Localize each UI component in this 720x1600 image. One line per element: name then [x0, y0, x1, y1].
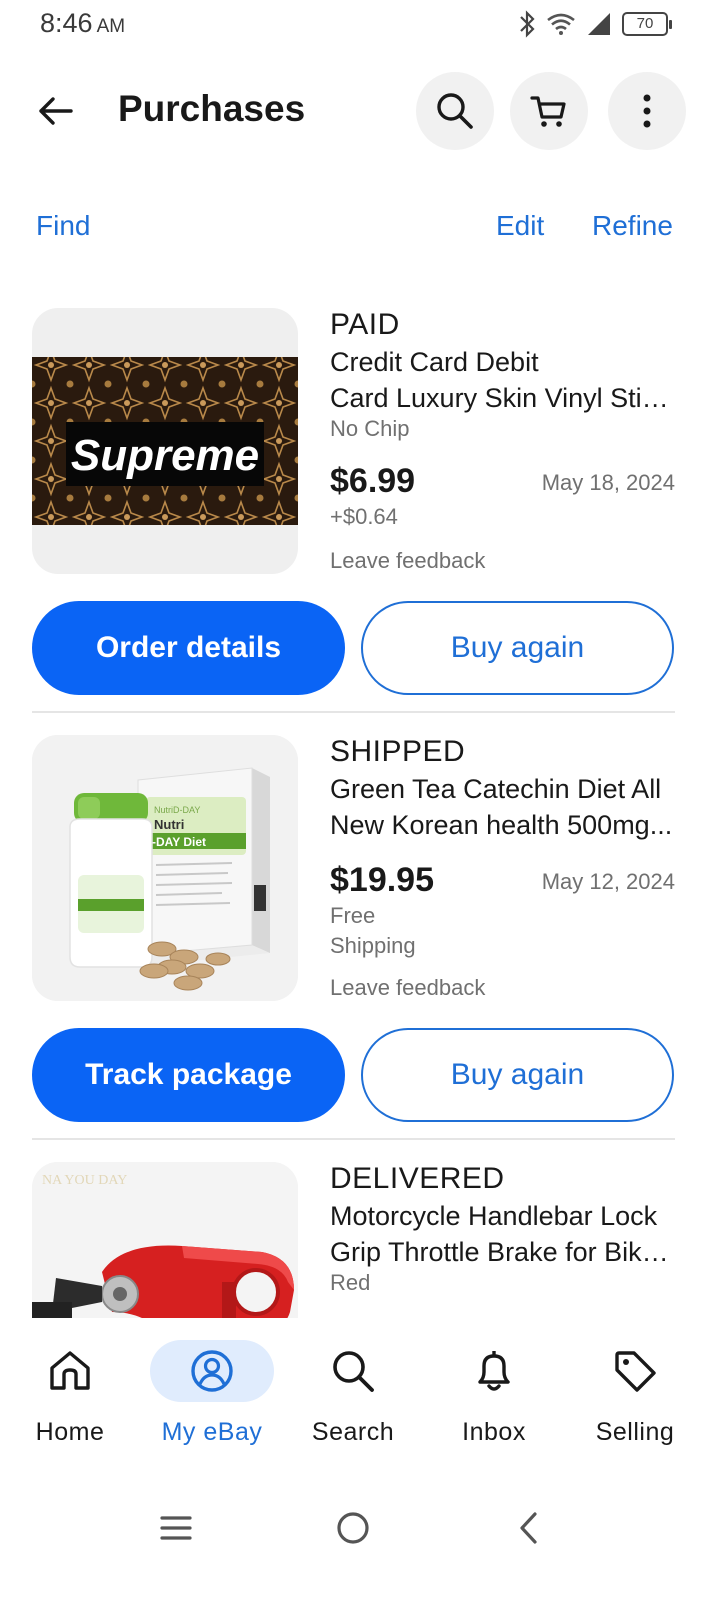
leave-feedback-link[interactable]: Leave feedback — [330, 975, 485, 1001]
item-title-line2: Grip Throttle Brake for Bike... — [330, 1237, 675, 1267]
bell-icon — [432, 1340, 556, 1402]
item-title[interactable]: Green Tea Catechin Diet All New Korean h… — [330, 771, 680, 843]
product-image: NA YOU DAY — [32, 1162, 298, 1318]
nav-label: My eBay — [161, 1418, 263, 1446]
status-time-value: 8:46 — [40, 8, 93, 38]
status-time: 8:46 AM — [40, 8, 125, 39]
status-time-ampm: AM — [96, 16, 126, 37]
nav-label: Selling — [595, 1418, 675, 1446]
item-title-line2: Card Luxury Skin Vinyl Stic... — [330, 383, 675, 413]
nav-label: Inbox — [462, 1418, 526, 1446]
svg-text:NA YOU DAY: NA YOU DAY — [42, 1173, 127, 1188]
refine-link[interactable]: Refine — [592, 210, 673, 242]
item-title[interactable]: Motorcycle Handlebar Lock Grip Throttle … — [330, 1198, 680, 1270]
back-button[interactable] — [30, 86, 80, 136]
box-product-text: -DAY Diet — [152, 835, 206, 849]
nav-item-inbox[interactable]: Inbox — [429, 1340, 559, 1447]
more-vertical-icon — [643, 94, 651, 128]
purchase-info: SHIPPED Green Tea Catechin Diet All New … — [330, 735, 680, 1000]
item-title-line1: Green Tea Catechin Diet All — [330, 774, 662, 804]
order-date: May 18, 2024 — [541, 470, 675, 495]
cart-button[interactable] — [510, 72, 588, 150]
order-date: May 12, 2024 — [541, 869, 675, 894]
search-icon — [437, 93, 473, 129]
nav-item-home[interactable]: Home — [5, 1340, 135, 1447]
chevron-left-icon — [520, 1512, 537, 1544]
purchase-info: DELIVERED Motorcycle Handlebar Lock Grip… — [330, 1162, 680, 1296]
buy-again-button[interactable]: Buy again — [361, 1028, 674, 1122]
order-status: DELIVERED — [330, 1162, 505, 1195]
item-title-line1: Motorcycle Handlebar Lock — [330, 1201, 658, 1231]
search-icon — [291, 1340, 415, 1402]
menu-icon — [160, 1516, 192, 1540]
battery-icon: 70 — [622, 12, 672, 36]
supreme-logo-text: Supreme — [71, 431, 259, 480]
nav-item-selling[interactable]: Selling — [570, 1340, 700, 1447]
order-details-button[interactable]: Order details — [32, 601, 345, 695]
box-brand-text: Nutri — [154, 817, 184, 832]
item-title-line2: New Korean health 500mg... — [330, 810, 673, 840]
nav-label: Search — [311, 1418, 395, 1446]
find-link[interactable]: Find — [36, 210, 90, 242]
shipping-line1: Free — [330, 903, 376, 928]
item-price: $6.99 — [330, 462, 416, 500]
back-system-button[interactable] — [498, 1498, 558, 1558]
item-price: $19.95 — [330, 861, 434, 899]
bluetooth-icon — [520, 10, 535, 38]
cart-icon — [530, 96, 566, 127]
header: Purchases — [0, 68, 720, 152]
item-variant: No Chip — [330, 416, 410, 441]
circle-home-icon — [337, 1512, 369, 1544]
item-variant: Red — [330, 1270, 371, 1295]
wifi-icon — [547, 13, 575, 35]
product-image: Supreme — [32, 308, 298, 574]
track-package-button[interactable]: Track package — [32, 1028, 345, 1122]
item-title-line1: Credit Card Debit — [330, 347, 539, 377]
status-icons: 70 — [518, 10, 672, 38]
home-system-button[interactable] — [323, 1498, 383, 1558]
signal-icon — [588, 13, 610, 35]
profile-icon — [150, 1340, 274, 1402]
nav-item-search[interactable]: Search — [288, 1340, 418, 1447]
product-image: NutriD-DAY Nutri -DAY Diet — [32, 735, 298, 1001]
order-status: PAID — [330, 308, 400, 341]
shipping-cost: +$0.64 — [330, 504, 398, 529]
edit-link[interactable]: Edit — [496, 210, 544, 242]
search-button[interactable] — [416, 72, 494, 150]
nav-item-my-ebay[interactable]: My eBay — [147, 1340, 277, 1447]
leave-feedback-link[interactable]: Leave feedback — [330, 548, 485, 574]
nav-label: Home — [35, 1418, 105, 1446]
recent-apps-button[interactable] — [146, 1498, 206, 1558]
home-icon — [8, 1340, 132, 1402]
tag-icon — [573, 1340, 697, 1402]
bottom-navigation: Home My eBay Search Inbox Selling — [0, 1318, 720, 1480]
item-title[interactable]: Credit Card Debit Card Luxury Skin Vinyl… — [330, 344, 680, 416]
purchase-card[interactable]: NA YOU DAY DELIVERED Motorcycle Handleba… — [0, 1162, 720, 1318]
shipping-cost: Free Shipping — [330, 901, 416, 961]
more-options-button[interactable] — [608, 72, 686, 150]
arrow-left-icon — [39, 97, 73, 125]
buy-again-button[interactable]: Buy again — [361, 601, 674, 695]
status-bar: 8:46 AM 70 — [0, 0, 720, 56]
system-navigation-bar — [0, 1480, 720, 1600]
order-status: SHIPPED — [330, 735, 466, 768]
page-title: Purchases — [118, 88, 306, 129]
divider — [32, 1138, 675, 1140]
purchase-info: PAID Credit Card Debit Card Luxury Skin … — [330, 308, 680, 573]
shipping-line2: Shipping — [330, 933, 416, 958]
svg-text:NutriD-DAY: NutriD-DAY — [154, 805, 200, 815]
divider — [32, 711, 675, 713]
